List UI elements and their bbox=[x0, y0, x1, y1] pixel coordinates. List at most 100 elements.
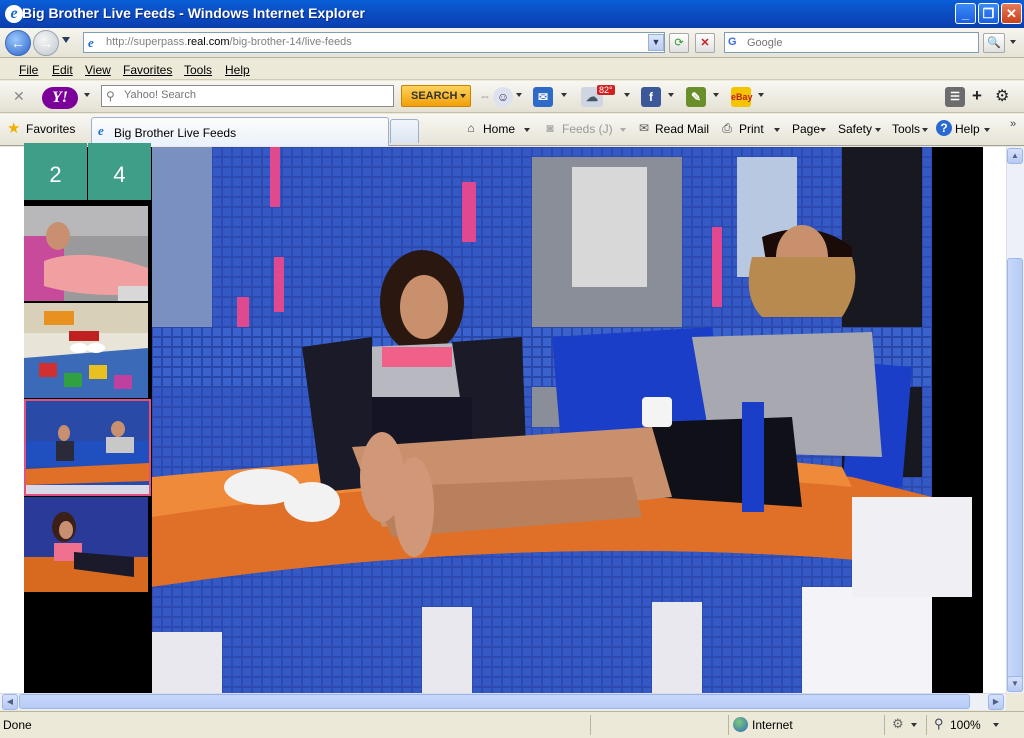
messenger-dropdown[interactable] bbox=[516, 93, 522, 97]
mail-icon[interactable]: ✉ bbox=[533, 87, 553, 107]
status-divider bbox=[926, 715, 927, 735]
read-mail-button[interactable]: Read Mail bbox=[655, 122, 709, 136]
weather-badge: 82° bbox=[597, 85, 615, 95]
help-dropdown[interactable] bbox=[984, 128, 990, 132]
read-mail-icon[interactable]: ✉ bbox=[636, 120, 652, 136]
weather-dropdown[interactable] bbox=[624, 93, 630, 97]
facebook-dropdown[interactable] bbox=[668, 93, 674, 97]
camera-thumbnail-4[interactable] bbox=[24, 497, 148, 592]
toolbar-grip-icon[interactable]: ⇔ bbox=[479, 89, 491, 103]
menu-tools[interactable]: Tools bbox=[184, 63, 212, 77]
status-divider bbox=[590, 715, 591, 735]
recent-pages-dropdown[interactable] bbox=[62, 37, 70, 43]
stop-icon[interactable]: ✕ bbox=[695, 33, 715, 53]
home-icon[interactable]: ⌂ bbox=[463, 120, 479, 136]
thumbnail-3-image bbox=[26, 401, 149, 494]
search-input[interactable] bbox=[747, 35, 972, 51]
scroll-down-button[interactable]: ▼ bbox=[1007, 676, 1023, 692]
yahoo-menu-dropdown[interactable] bbox=[84, 93, 90, 97]
menu-favorites[interactable]: Favorites bbox=[123, 63, 172, 77]
zoom-icon[interactable]: ⚲ bbox=[934, 716, 944, 732]
safety-menu[interactable]: Safety bbox=[838, 122, 872, 136]
status-text: Done bbox=[3, 718, 32, 732]
camera-thumbnail-2[interactable] bbox=[24, 303, 148, 398]
close-toolbar-icon[interactable]: ✕ bbox=[13, 88, 25, 105]
url-field[interactable]: e http://superpass.real.com/big-brother-… bbox=[83, 32, 665, 53]
favorites-button[interactable]: Favorites bbox=[26, 122, 75, 136]
camera-thumbnail-3[interactable] bbox=[24, 399, 151, 496]
favorites-star-icon[interactable]: ★ bbox=[7, 121, 21, 136]
facebook-icon[interactable]: f bbox=[641, 87, 661, 107]
add-icon[interactable]: + bbox=[972, 86, 982, 106]
camera-thumbnail-1[interactable] bbox=[24, 206, 148, 301]
minimize-button[interactable]: _ bbox=[955, 3, 976, 24]
ie-logo-icon: e bbox=[5, 5, 23, 23]
puzzle-dropdown[interactable] bbox=[713, 93, 719, 97]
yahoo-logo-icon[interactable]: Y! bbox=[42, 87, 78, 109]
close-button[interactable]: ✕ bbox=[1001, 3, 1022, 24]
thumbnail-1-image bbox=[24, 206, 148, 301]
menu-view[interactable]: View bbox=[85, 63, 111, 77]
ebay-icon[interactable]: eBay bbox=[731, 87, 753, 107]
camera-2-button[interactable]: 2 bbox=[24, 143, 87, 200]
search-box[interactable]: G bbox=[724, 32, 979, 53]
security-zone-label: Internet bbox=[752, 718, 793, 732]
feeds-dropdown[interactable] bbox=[620, 128, 626, 132]
safety-dropdown[interactable] bbox=[875, 128, 881, 132]
mail-dropdown[interactable] bbox=[561, 93, 567, 97]
menu-help[interactable]: Help bbox=[225, 63, 250, 77]
toolbar-overflow-icon[interactable]: » bbox=[1010, 118, 1016, 130]
video-frame bbox=[152, 147, 983, 693]
scroll-right-button[interactable]: ▶ bbox=[988, 694, 1004, 710]
protected-mode-dropdown[interactable] bbox=[911, 723, 917, 727]
gear-icon[interactable]: ⚙ bbox=[995, 86, 1009, 106]
yahoo-search-input[interactable] bbox=[124, 89, 384, 101]
feeds-button[interactable]: Feeds (J) bbox=[562, 122, 613, 136]
page-menu[interactable]: Page bbox=[792, 122, 820, 136]
help-menu[interactable]: Help bbox=[955, 122, 980, 136]
yahoo-search-box[interactable]: ⚲ bbox=[101, 85, 394, 107]
back-button[interactable]: ← bbox=[5, 30, 31, 56]
url-dropdown-button[interactable]: ▼ bbox=[648, 34, 664, 51]
feeds-icon[interactable]: ◙ bbox=[542, 120, 558, 136]
zoom-level[interactable]: 100% bbox=[950, 718, 981, 732]
title-bar: e Big Brother Live Feeds - Windows Inter… bbox=[0, 0, 1024, 28]
search-options-dropdown[interactable] bbox=[1010, 40, 1016, 44]
ebay-dropdown[interactable] bbox=[758, 93, 764, 97]
favorites-bar: ★ Favorites e Big Brother Live Feeds ⌂ H… bbox=[0, 114, 1024, 146]
thumbnail-2-image bbox=[24, 303, 148, 398]
list-icon[interactable]: ☰ bbox=[945, 87, 965, 107]
search-go-icon[interactable]: 🔍 bbox=[983, 33, 1005, 53]
tools-menu[interactable]: Tools bbox=[892, 122, 920, 136]
menu-edit[interactable]: Edit bbox=[52, 63, 73, 77]
home-button[interactable]: Home bbox=[483, 122, 515, 136]
yahoo-search-button[interactable]: SEARCH bbox=[401, 85, 471, 107]
page-icon-cmd bbox=[773, 120, 789, 136]
restore-button[interactable]: ❐ bbox=[978, 3, 999, 24]
vertical-scroll-thumb[interactable] bbox=[1007, 258, 1023, 692]
tab-big-brother-live-feeds[interactable]: e Big Brother Live Feeds bbox=[91, 117, 389, 146]
help-icon[interactable]: ? bbox=[936, 120, 952, 136]
new-tab-button[interactable] bbox=[390, 119, 419, 143]
print-icon[interactable]: ⎙ bbox=[719, 120, 735, 136]
forward-button[interactable]: → bbox=[33, 30, 59, 56]
camera-4-button[interactable]: 4 bbox=[88, 143, 151, 200]
page-dropdown[interactable] bbox=[820, 128, 826, 132]
messenger-icon[interactable]: ☺ bbox=[493, 87, 513, 107]
tools-dropdown[interactable] bbox=[922, 128, 928, 132]
scroll-up-button[interactable]: ▲ bbox=[1007, 148, 1023, 164]
horizontal-scroll-thumb[interactable] bbox=[19, 694, 970, 709]
zoom-dropdown[interactable] bbox=[993, 723, 999, 727]
menu-bar: File Edit View Favorites Tools Help bbox=[0, 58, 1024, 80]
menu-file[interactable]: File bbox=[19, 63, 38, 77]
scroll-left-button[interactable]: ◀ bbox=[2, 694, 18, 710]
print-button[interactable]: Print bbox=[739, 122, 764, 136]
protected-mode-icon[interactable]: ⚙ bbox=[892, 716, 904, 732]
puzzle-icon[interactable]: ✎ bbox=[686, 87, 706, 107]
home-dropdown[interactable] bbox=[524, 128, 530, 132]
live-feed-video[interactable] bbox=[152, 147, 983, 693]
magnifier-icon: ⚲ bbox=[106, 89, 115, 103]
refresh-icon[interactable]: ⟳ bbox=[669, 33, 689, 53]
internet-zone-icon bbox=[733, 717, 748, 732]
page-icon: e bbox=[88, 35, 94, 50]
